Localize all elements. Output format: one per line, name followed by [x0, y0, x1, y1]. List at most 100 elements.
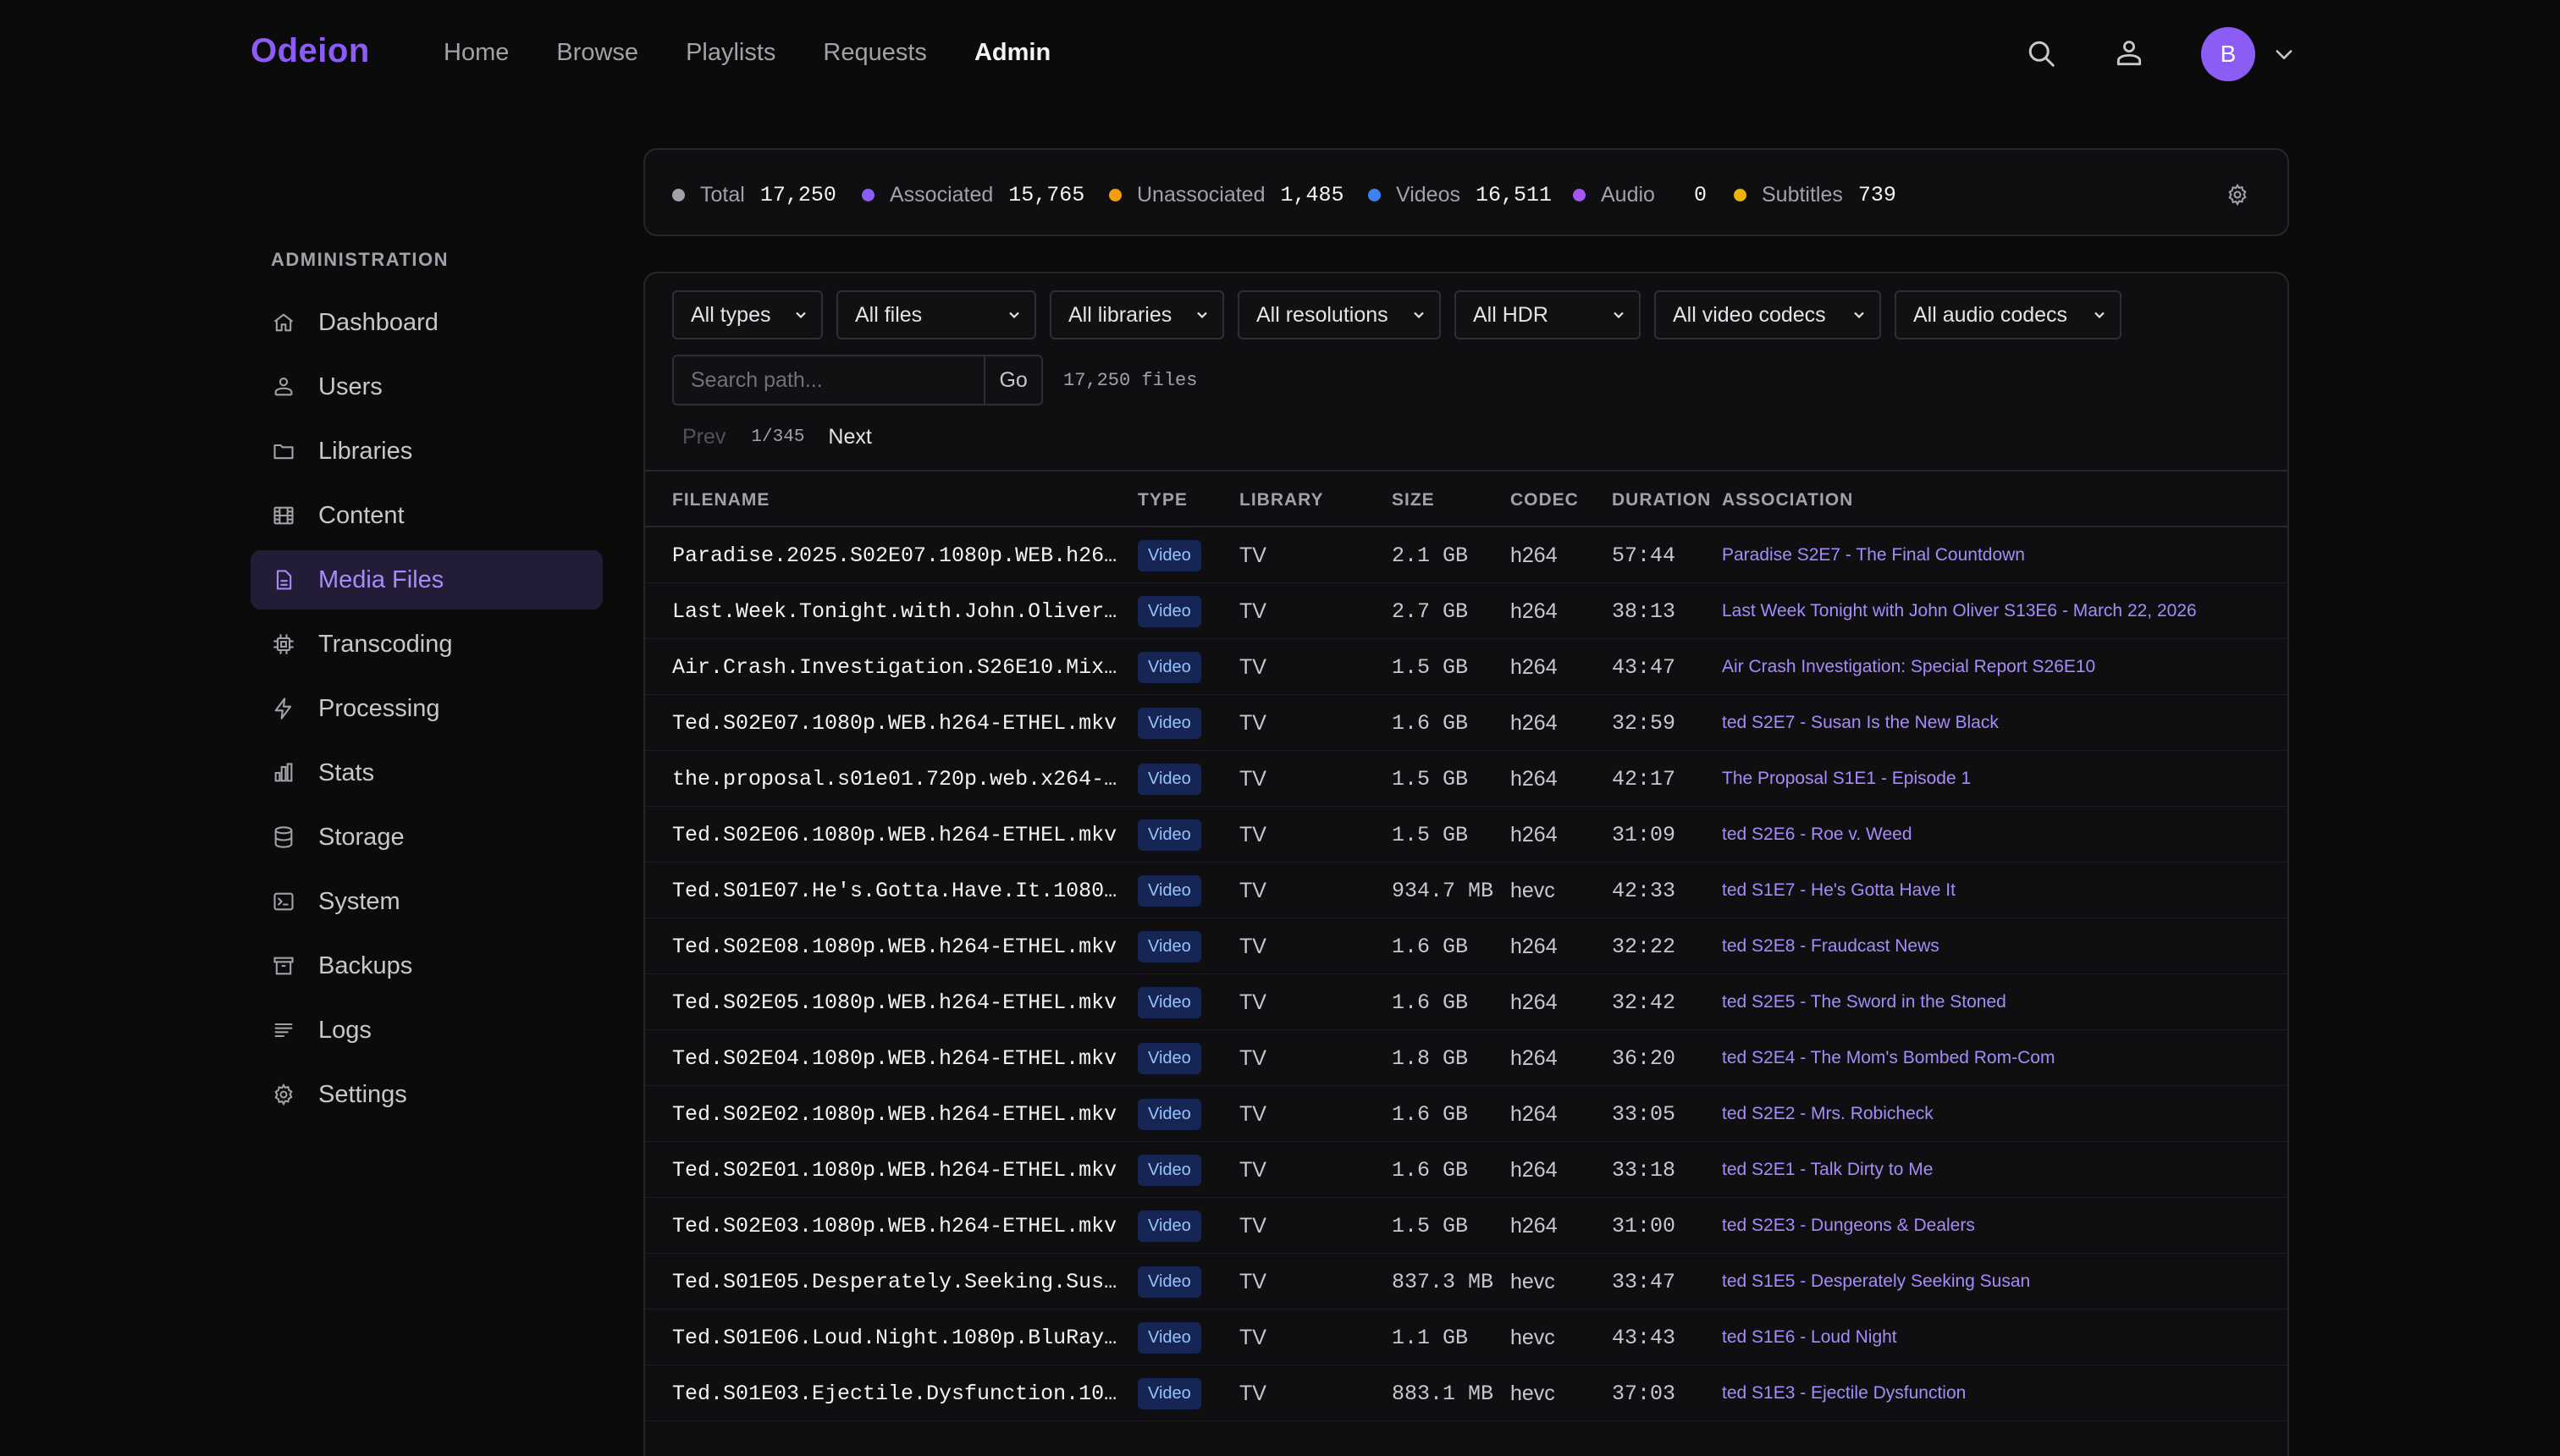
filter-type-select[interactable]: All types — [672, 290, 823, 339]
sidebar-item-logs[interactable]: Logs — [251, 1001, 603, 1060]
user-avatar[interactable]: B — [2201, 27, 2255, 81]
sidebar-item-settings[interactable]: Settings — [251, 1065, 603, 1124]
table-row[interactable]: Ted.S01E06.Loud.Night.1080p.BluRay.mkv V… — [645, 1310, 2287, 1365]
sidebar-item-libraries[interactable]: Libraries — [251, 422, 603, 481]
association-link[interactable]: ted S2E8 - Fraudcast News — [1722, 918, 1939, 974]
next-button[interactable]: Next — [828, 425, 871, 449]
type-badge: Video — [1138, 1042, 1201, 1074]
library-cell: TV — [1239, 598, 1266, 623]
filename-text: Air.Crash.Investigation.S26E10.Mixed.108… — [672, 654, 1121, 680]
sidebar-item-backups[interactable]: Backups — [251, 936, 603, 995]
association-link[interactable]: ted S1E7 - He's Gotta Have It — [1722, 863, 1956, 918]
filter-hdr-select[interactable]: All HDR — [1454, 290, 1641, 339]
filename-cell: Ted.S01E06.Loud.Night.1080p.BluRay.mkv — [672, 1310, 1121, 1365]
type-cell: Video — [1138, 807, 1201, 863]
filter-video-codec-select[interactable]: All video codecs — [1654, 290, 1881, 339]
sidebar-item-storage[interactable]: Storage — [251, 808, 603, 867]
nav-browse[interactable]: Browse — [556, 39, 638, 67]
sidebar-item-dashboard[interactable]: Dashboard — [251, 293, 603, 352]
chevron-down-icon — [796, 312, 806, 319]
filter-files-select[interactable]: All files — [836, 290, 1036, 339]
chevron-down-icon[interactable] — [2269, 39, 2299, 69]
sidebar-item-transcoding[interactable]: Transcoding — [251, 615, 603, 674]
table-row[interactable]: Ted.S01E03.Ejectile.Dysfunction.1080p.Bl… — [645, 1365, 2287, 1421]
size-cell: 1.6 GB — [1392, 934, 1469, 959]
stat-label: Total — [700, 182, 745, 207]
sidebar-item-content[interactable]: Content — [251, 486, 603, 545]
association-link[interactable]: Last Week Tonight with John Oliver S13E6… — [1722, 583, 2197, 639]
association-link[interactable]: ted S1E5 - Desperately Seeking Susan — [1722, 1254, 2030, 1310]
sidebar-item-label: System — [318, 887, 400, 915]
filter-library-select[interactable]: All libraries — [1050, 290, 1224, 339]
association-link[interactable]: ted S1E6 - Loud Night — [1722, 1310, 1897, 1365]
col-association[interactable]: ASSOCIATION — [1722, 490, 1853, 510]
search-input[interactable] — [674, 356, 985, 404]
col-type[interactable]: TYPE — [1138, 490, 1188, 510]
stat-associated: Associated 15,765 — [862, 182, 1084, 207]
duration-cell: 57:44 — [1612, 543, 1676, 568]
col-duration[interactable]: DURATION — [1612, 490, 1711, 510]
sidebar-item-media-files[interactable]: Media Files — [251, 550, 603, 609]
association-link[interactable]: The Proposal S1E1 - Episode 1 — [1722, 751, 1971, 807]
stat-label: Audio — [1601, 182, 1655, 207]
table-row[interactable]: Paradise.2025.S02E07.1080p.WEB.h264-ETHE… — [645, 527, 2287, 583]
type-badge: Video — [1138, 1377, 1201, 1409]
table-row[interactable]: Ted.S02E07.1080p.WEB.h264-ETHEL.mkv Vide… — [645, 695, 2287, 751]
table-row[interactable]: Ted.S02E02.1080p.WEB.h264-ETHEL.mkv Vide… — [645, 1086, 2287, 1142]
search-icon[interactable] — [2022, 34, 2061, 73]
table-row[interactable]: Ted.S01E05.Desperately.Seeking.Susan.108… — [645, 1254, 2287, 1310]
association-link[interactable]: ted S2E7 - Susan Is the New Black — [1722, 695, 1999, 751]
table-row[interactable]: Ted.S02E08.1080p.WEB.h264-ETHEL.mkv Vide… — [645, 918, 2287, 974]
chevron-down-icon — [2094, 312, 2105, 319]
nav-home[interactable]: Home — [444, 39, 509, 67]
association-link[interactable]: ted S1E3 - Ejectile Dysfunction — [1722, 1365, 1966, 1421]
status-dot — [672, 188, 685, 201]
table-row[interactable]: Ted.S02E01.1080p.WEB.h264-ETHEL.mkv Vide… — [645, 1142, 2287, 1198]
sidebar-item-system[interactable]: System — [251, 872, 603, 931]
table-row[interactable]: Ted.S02E04.1080p.WEB.h264-ETHEL.mkv Vide… — [645, 1030, 2287, 1086]
select-value: All audio codecs — [1913, 302, 2068, 327]
nav-requests[interactable]: Requests — [823, 39, 927, 67]
library-cell: TV — [1239, 543, 1266, 567]
nav-playlists[interactable]: Playlists — [686, 39, 775, 67]
association-link[interactable]: ted S2E3 - Dungeons & Dealers — [1722, 1198, 1975, 1254]
page-indicator: 1/345 — [751, 427, 805, 447]
association-link[interactable]: ted S2E4 - The Mom's Bombed Rom-Com — [1722, 1030, 2055, 1086]
table-row[interactable]: Ted.S02E06.1080p.WEB.h264-ETHEL.mkv Vide… — [645, 807, 2287, 863]
table-row[interactable]: Ted.S02E03.1080p.WEB.h264-ETHEL.mkv Vide… — [645, 1198, 2287, 1254]
codec-cell: h264 — [1510, 654, 1558, 679]
table-row[interactable]: Last.Week.Tonight.with.John.Oliver.S13E0… — [645, 583, 2287, 639]
filter-resolution-select[interactable]: All resolutions — [1238, 290, 1441, 339]
association-link[interactable]: Air Crash Investigation: Special Report … — [1722, 639, 2095, 695]
brand-logo[interactable]: Odeion — [251, 32, 370, 70]
sidebar-item-users[interactable]: Users — [251, 357, 603, 416]
filename-text: Ted.S02E01.1080p.WEB.h264-ETHEL.mkv — [672, 1157, 1117, 1183]
association-link[interactable]: ted S2E6 - Roe v. Weed — [1722, 807, 1912, 863]
type-cell: Video — [1138, 863, 1201, 918]
association-link[interactable]: Paradise S2E7 - The Final Countdown — [1722, 527, 2025, 583]
nav-admin[interactable]: Admin — [974, 39, 1051, 67]
association-link[interactable]: ted S2E2 - Mrs. Robicheck — [1722, 1086, 1934, 1142]
prev-button[interactable]: Prev — [682, 425, 726, 449]
filename-text: Ted.S02E04.1080p.WEB.h264-ETHEL.mkv — [672, 1045, 1117, 1071]
sidebar-item-processing[interactable]: Processing — [251, 679, 603, 738]
col-size[interactable]: SIZE — [1392, 490, 1435, 510]
table-body: Paradise.2025.S02E07.1080p.WEB.h264-ETHE… — [645, 527, 2287, 1421]
size-cell: 2.7 GB — [1392, 598, 1469, 624]
table-row[interactable]: Ted.S02E05.1080p.WEB.h264-ETHEL.mkv Vide… — [645, 974, 2287, 1030]
table-row[interactable]: Air.Crash.Investigation.S26E10.Mixed.108… — [645, 639, 2287, 695]
gear-icon[interactable] — [2223, 180, 2252, 209]
association-link[interactable]: ted S2E5 - The Sword in the Stoned — [1722, 974, 2006, 1030]
col-filename[interactable]: FILENAME — [672, 490, 770, 510]
users-icon[interactable] — [2110, 34, 2149, 73]
filter-audio-codec-select[interactable]: All audio codecs — [1895, 290, 2121, 339]
stat-videos: Videos 16,511 — [1368, 182, 1552, 207]
col-library[interactable]: LIBRARY — [1239, 490, 1324, 510]
table-row[interactable]: the.proposal.s01e01.720p.web.x264-tbs.mk… — [645, 751, 2287, 807]
table-row[interactable]: Ted.S01E07.He's.Gotta.Have.It.1080p.BluR… — [645, 863, 2287, 918]
sidebar-item-stats[interactable]: Stats — [251, 743, 603, 802]
association-link[interactable]: ted S2E1 - Talk Dirty to Me — [1722, 1142, 1933, 1198]
go-button[interactable]: Go — [984, 356, 1041, 404]
sidebar-item-label: Stats — [318, 758, 375, 786]
col-codec[interactable]: CODEC — [1510, 490, 1579, 510]
